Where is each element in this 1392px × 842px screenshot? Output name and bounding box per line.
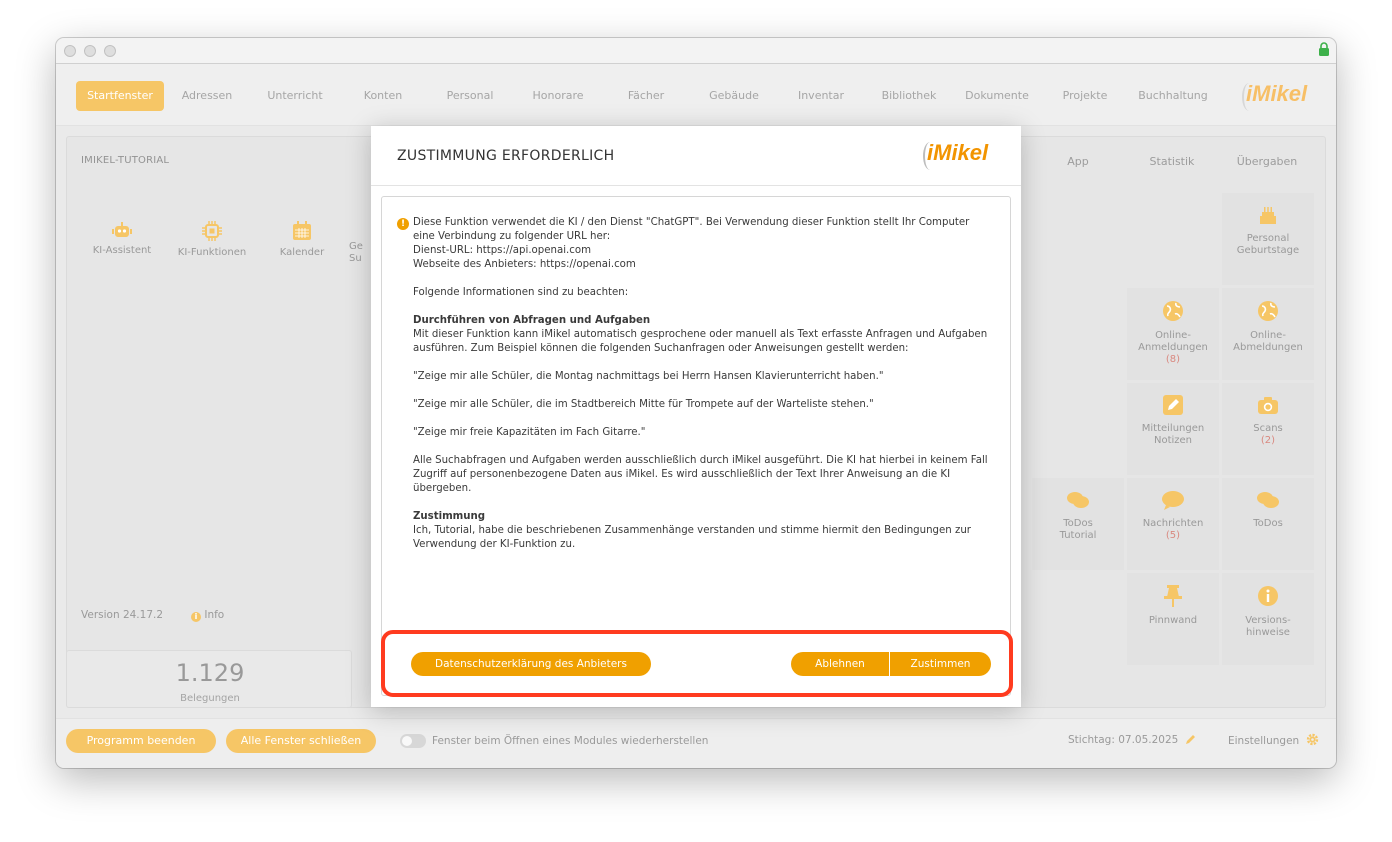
decline-button[interactable]: Ablehnen	[791, 652, 889, 676]
example-query: "Zeige mir alle Schüler, die Montag nach…	[413, 371, 884, 382]
imikel-logo: iMikel	[923, 140, 1007, 170]
dialog-title: ZUSTIMMUNG ERFORDERLICH	[397, 148, 615, 164]
consent-dialog: ZUSTIMMUNG ERFORDERLICH iMikel ! Diese F…	[371, 126, 1021, 707]
zoom-window-button[interactable]	[104, 45, 116, 57]
close-window-button[interactable]	[64, 45, 76, 57]
section-heading: Zustimmung	[413, 511, 486, 522]
app-window: Startfenster Adressen Unterricht Konten …	[56, 38, 1336, 768]
example-query: "Zeige mir freie Kapazitäten im Fach Git…	[413, 427, 646, 438]
section-heading: Durchführen von Abfragen und Aufgaben	[413, 315, 651, 326]
lock-icon	[1319, 42, 1329, 56]
dialog-header: ZUSTIMMUNG ERFORDERLICH iMikel	[371, 126, 1021, 186]
accept-button[interactable]: Zustimmen	[890, 652, 991, 676]
privacy-policy-button[interactable]: Datenschutzerklärung des Anbieters	[411, 652, 651, 676]
title-bar	[56, 38, 1336, 64]
dialog-body: ! Diese Funktion verwendet die KI / den …	[381, 196, 1011, 696]
example-query: "Zeige mir alle Schüler, die im Stadtber…	[413, 399, 874, 410]
minimize-window-button[interactable]	[84, 45, 96, 57]
consent-text: Diese Funktion verwendet die KI / den Di…	[413, 216, 998, 566]
info-icon: !	[397, 218, 409, 230]
